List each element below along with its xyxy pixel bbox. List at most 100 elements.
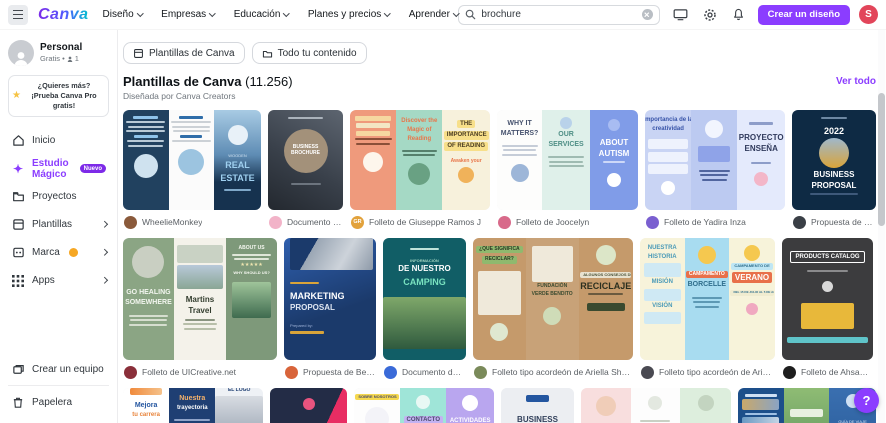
- help-button[interactable]: ?: [854, 388, 879, 413]
- menu-aprender[interactable]: Aprender: [409, 9, 460, 20]
- thumb-panel: Mejora tu carrera: [123, 388, 170, 423]
- hamburger-menu-icon[interactable]: [8, 4, 28, 25]
- template-thumbnail[interactable]: WOODEN REAL ESTATE: [123, 110, 261, 210]
- template-attribution: GR Folleto de Giuseppe Ramos J: [350, 215, 490, 229]
- template-thumbnail[interactable]: PRODUCTS CATALOG: [782, 238, 873, 360]
- thumb-textline: [693, 301, 721, 304]
- thumb-block: [215, 396, 263, 423]
- devices-icon[interactable]: [671, 5, 691, 25]
- template-card-proyecto-ensena[interactable]: Importancia de la creatividad PROYECTO ENSE…: [645, 110, 785, 229]
- thumb-text: SOMEWHERE: [125, 298, 172, 306]
- chip-plantillas-de-canva[interactable]: Plantillas de Canva: [123, 42, 245, 64]
- thumb-circle: [132, 245, 165, 278]
- sidebar-item-estudio-magico[interactable]: ✦ Estudio Mágico Nuevo: [8, 155, 109, 183]
- thumb-textline: [172, 125, 211, 128]
- thumb-panel: CAMPAMENTO BORCELLE: [684, 238, 730, 360]
- template-thumbnail[interactable]: BUSINESS BROCHURE: [268, 110, 343, 210]
- template-card-about-autism[interactable]: WHY IT MATTERS? OUR SERVICES ABOUT AUTISM Foll…: [497, 110, 638, 229]
- template-card-martins-travel[interactable]: GO HEALING SOMEWHERE Martins Travel ABOUT US…: [123, 238, 277, 379]
- sidebar-item-proyectos[interactable]: Proyectos: [8, 183, 109, 211]
- template-row: WOODEN REAL ESTATE WheelieMonkey BUSINESS BR…: [123, 110, 876, 229]
- template-card-nuestro-camping[interactable]: INFORMACIÓN DE NUESTRO CAMPING Documento de…: [383, 238, 466, 379]
- template-card-corporate-trifold[interactable]: Mejora tu carrera Nuestra trayectoria EL LOG…: [123, 388, 263, 423]
- search-bar[interactable]: [458, 4, 660, 25]
- menu-educacion[interactable]: Educación: [234, 9, 290, 20]
- thumb-textline: [180, 134, 203, 138]
- template-thumbnail[interactable]: SOBRE NOSOTROS CONTACTOACTIVIDADESINFANTI…: [354, 388, 494, 423]
- thumb-block: [231, 282, 272, 319]
- creator-avatar: [498, 215, 511, 229]
- thumb-textline: [183, 327, 217, 330]
- apps-grid-icon: [11, 274, 25, 287]
- thumb-panel: NUESTRA HISTORIA MISIÓN VISIÓN: [640, 238, 685, 360]
- sidebar-item-inicio[interactable]: Inicio: [8, 127, 109, 155]
- template-thumbnail[interactable]: NUESTRA HISTORIA MISIÓN VISIÓN CAMPAMENTO BOR…: [640, 238, 775, 360]
- template-thumbnail[interactable]: BUSINESSPROPOSAL: [501, 388, 574, 423]
- template-card-business-brochure[interactable]: BUSINESS BROCHURE Documento de Radi...: [268, 110, 343, 229]
- sidebar-item-plantillas[interactable]: Plantillas: [8, 211, 109, 239]
- see-all-link[interactable]: Ver todo: [836, 76, 876, 87]
- template-card-marketing-proposal[interactable]: MARKETING PROPOSAL Prepared by: Propuesta d…: [284, 238, 376, 379]
- template-thumbnail[interactable]: Discover the Magic of Reading THE IMPORTANCE…: [350, 110, 490, 210]
- sidebar-item-marca[interactable]: Marca: [8, 239, 109, 267]
- thumb-text: BORCELLE: [687, 280, 727, 288]
- notifications-bell-icon[interactable]: [729, 5, 749, 25]
- template-thumbnail[interactable]: MARKETING PROPOSAL Prepared by:: [284, 238, 376, 360]
- template-card-actividades-infantiles[interactable]: SOBRE NOSOTROS CONTACTOACTIVIDADESINFANTI…: [354, 388, 494, 423]
- template-attribution: WheelieMonkey: [123, 215, 261, 229]
- divider: [8, 385, 109, 386]
- template-card-importance-of-reading[interactable]: Discover the Magic of Reading THE IMPORTANCE…: [350, 110, 490, 229]
- thumb-panel: ABOUT AUTISM: [590, 110, 638, 210]
- template-card-business-proposal-2022[interactable]: 2022 BUSINESS PROPOSAL Propuesta de oxinm..…: [792, 110, 876, 229]
- sidebar-item-apps[interactable]: Apps: [8, 267, 109, 295]
- template-card-vandiere[interactable]: VANDIERE: [581, 388, 731, 423]
- create-design-button[interactable]: Crear un diseño: [757, 4, 850, 25]
- template-card-products-catalog[interactable]: PRODUCTS CATALOG Folleto de AhsanjayaCo..…: [782, 238, 873, 379]
- template-thumbnail[interactable]: CREATIVEPROPOSAL: [270, 388, 347, 423]
- menu-diseno[interactable]: Diseño: [103, 9, 144, 20]
- vertical-scrollbar[interactable]: [878, 30, 885, 423]
- thumb-label: RECICLAR?: [481, 255, 517, 264]
- template-thumbnail[interactable]: INFORMACIÓN DE NUESTRO CAMPING: [383, 238, 466, 360]
- menu-planes-y-precios[interactable]: Planes y precios: [308, 9, 391, 20]
- template-card-real-estate[interactable]: WOODEN REAL ESTATE WheelieMonkey: [123, 110, 261, 229]
- thumb-textline: [640, 419, 671, 422]
- thumb-text: ABOUT: [599, 137, 629, 147]
- template-card-creative-proposal[interactable]: CREATIVEPROPOSAL: [270, 388, 347, 423]
- sidebar-item-papelera[interactable]: Papelera: [8, 389, 109, 415]
- template-card-significa-reciclar[interactable]: ¿QUÉ SIGNIFICA RECICLAR? FUNDACIÓN VERDE BE…: [473, 238, 633, 379]
- template-thumbnail[interactable]: GO HEALING SOMEWHERE Martins Travel ABOUT US…: [123, 238, 277, 360]
- template-thumbnail[interactable]: 2022 BUSINESS PROPOSAL: [792, 110, 876, 210]
- profile-section[interactable]: Personal Gratis • 1: [8, 40, 109, 66]
- template-card-business-proposal-gray[interactable]: BUSINESSPROPOSAL: [501, 388, 574, 423]
- clear-search-icon[interactable]: [641, 9, 653, 20]
- thumb-textline: [694, 305, 719, 308]
- sidebar-item-crear-un-equipo[interactable]: Crear un equipo: [8, 356, 109, 382]
- thumb-block: [787, 337, 868, 344]
- thumb-circle: [408, 163, 431, 186]
- page-title: Plantillas de Canva (11.256): [123, 74, 293, 89]
- thumb-panel: Discover the Magic of Reading: [396, 110, 443, 210]
- chip-todo-tu-contenido[interactable]: Todo tu contenido: [251, 42, 367, 64]
- search-input[interactable]: [481, 9, 637, 20]
- thumb-text: HISTORIA: [647, 253, 677, 260]
- template-thumbnail[interactable]: ¿QUÉ SIGNIFICA RECICLAR? FUNDACIÓN VERDE BE…: [473, 238, 633, 360]
- template-card-campamento-verano[interactable]: NUESTRA HISTORIA MISIÓN VISIÓN CAMPAMENTO BOR…: [640, 238, 775, 379]
- user-avatar[interactable]: S: [859, 5, 878, 24]
- thumb-circle: [458, 167, 475, 184]
- canva-logo[interactable]: Canva: [38, 6, 89, 24]
- template-thumbnail[interactable]: VANDIERE: [581, 388, 731, 423]
- scrollbar-thumb[interactable]: [878, 93, 885, 226]
- template-thumbnail[interactable]: WHY IT MATTERS? OUR SERVICES ABOUT AUTISM: [497, 110, 638, 210]
- menu-empresas[interactable]: Empresas: [161, 9, 216, 20]
- thumb-text: Martins: [185, 295, 215, 304]
- template-thumbnail[interactable]: Mejora tu carrera Nuestra trayectoria EL LOG…: [123, 388, 263, 423]
- creator-name: Folleto de Joocelyn: [516, 217, 590, 227]
- thumb-text: ★★★★★: [240, 261, 263, 268]
- thumb-textline: [126, 121, 166, 123]
- thumb-circle: [608, 118, 621, 131]
- thumb-circle: [595, 395, 616, 416]
- canva-pro-promo-banner[interactable]: ★ ¿Quieres más? ¡Prueba Canva Pro gratis…: [8, 75, 109, 117]
- settings-gear-icon[interactable]: [700, 5, 720, 25]
- template-thumbnail[interactable]: Importancia de la creatividad PROYECTO ENSE…: [645, 110, 785, 210]
